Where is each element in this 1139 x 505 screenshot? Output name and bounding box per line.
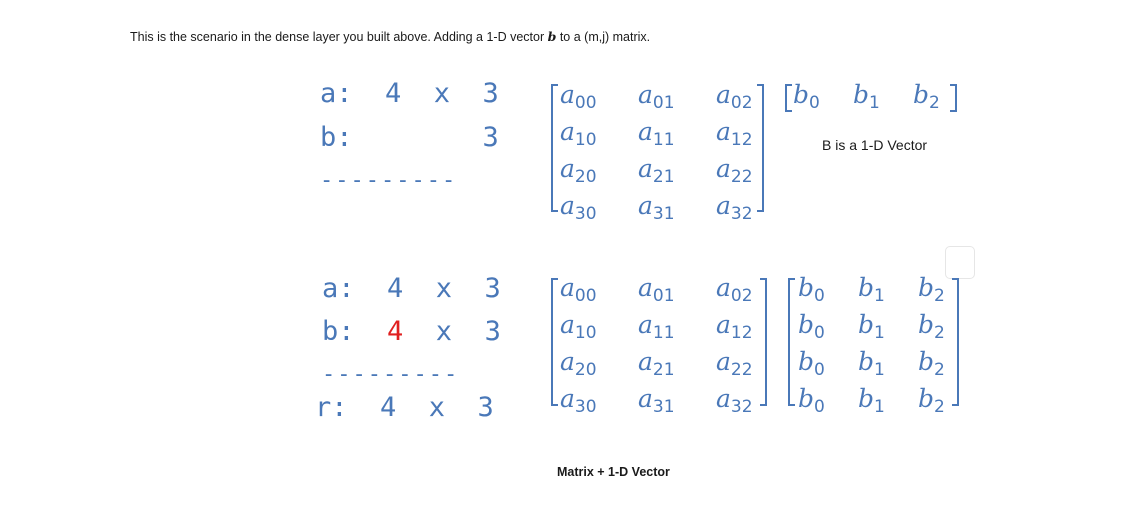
ex1-separator: --------- [320,168,458,193]
ex1-a-cell: a02 [716,80,753,113]
ex2-caption: Matrix + 1-D Vector [557,465,670,479]
ex2-a-cell: a21 [638,347,675,380]
ex2-a-cell: a30 [560,384,597,417]
ex2-a-right-bracket [760,278,767,406]
ex1-a-cell: a00 [560,80,597,113]
ex2-a-cell: a12 [716,310,753,343]
ex1-a-cell: a01 [638,80,675,113]
ex1-a-shape: a: 4 x 3 [320,78,499,109]
ex2-b-cell: b2 [918,347,945,380]
ex2-b-cell: b2 [918,384,945,417]
intro-text-after: to a (m,j) matrix. [556,30,651,44]
ex1-b-cell: b0 [793,80,820,113]
ex1-b-left-bracket [785,84,792,112]
ex1-b-cell: b2 [913,80,940,113]
ex2-b-cell: b1 [858,310,885,343]
intro-text: This is the scenario in the dense layer … [130,29,650,44]
ex2-a-left-bracket [551,278,558,406]
ex2-b-cell: b2 [918,273,945,306]
ex2-a-cell: a02 [716,273,753,306]
ex2-a-cell: a10 [560,310,597,343]
ex2-b-cell: b0 [798,347,825,380]
ex1-a-right-bracket [757,84,764,212]
ex2-b-cell: b0 [798,273,825,306]
ex2-separator: --------- [322,362,460,387]
ex1-b-shape: b: 3 [320,122,499,153]
ex1-a-cell: a12 [716,117,753,150]
ex1-a-cell: a11 [638,117,675,150]
ex2-a-cell: a31 [638,384,675,417]
ex2-b-cell: b1 [858,384,885,417]
ex2-b-rest: x 3 [403,316,501,347]
ex2-b-cell: b2 [918,310,945,343]
ex2-a-cell: a22 [716,347,753,380]
ex2-a-cell: a32 [716,384,753,417]
ex2-b-cell: b0 [798,310,825,343]
ex2-b-rows-highlight: 4 [387,316,404,347]
ex2-a-cell: a01 [638,273,675,306]
ex2-b-label: b: [322,316,388,347]
ex2-a-cell: a11 [638,310,675,343]
ex1-note: B is a 1-D Vector [822,137,928,153]
ex1-a-left-bracket [551,84,558,212]
ex2-b-shape: b: 4 x 3 [322,318,501,345]
ex2-a-shape: a: 4 x 3 [322,273,501,304]
ghost-box [945,246,975,279]
ex1-a-cell: a31 [638,191,675,224]
ex2-b-cell: b1 [858,347,885,380]
ex2-r-shape: r: 4 x 3 [315,392,494,423]
ex2-a-cell: a20 [560,347,597,380]
ex2-b-cell: b1 [858,273,885,306]
ex1-a-cell: a22 [716,154,753,187]
ex2-b-left-bracket [788,278,795,406]
ex1-a-cell: a32 [716,191,753,224]
ex1-a-cell: a20 [560,154,597,187]
ex2-b-right-bracket [952,278,959,406]
ex1-a-cell: a21 [638,154,675,187]
ex1-b-cell: b1 [853,80,880,113]
ex2-a-cell: a00 [560,273,597,306]
ex2-b-cell: b0 [798,384,825,417]
ex1-a-cell: a30 [560,191,597,224]
ex1-b-right-bracket [950,84,957,112]
ex1-a-cell: a10 [560,117,597,150]
intro-text-before: This is the scenario in the dense layer … [130,30,548,44]
